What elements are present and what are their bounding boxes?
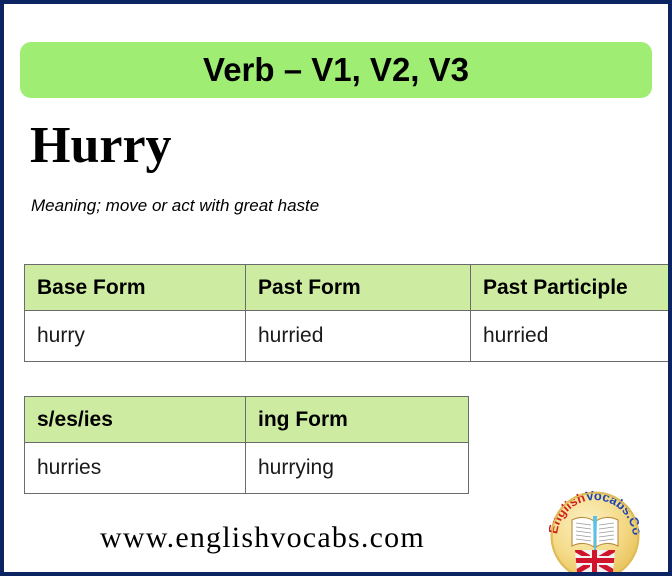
cell-ing-form: hurrying — [245, 442, 469, 494]
cell-base-form: hurry — [24, 310, 246, 362]
infographic-page: Verb – V1, V2, V3 Hurry Meaning; move or… — [0, 0, 672, 576]
cell-past-form: hurried — [245, 310, 471, 362]
page-title: Hurry — [30, 117, 172, 174]
column-header-past-form: Past Form — [245, 264, 471, 311]
column-header-s-es-ies: s/es/ies — [24, 396, 246, 443]
logo-badge-icon: EnglishVocabs.Com — [549, 490, 641, 572]
site-url-text: www.englishvocabs.com — [100, 521, 425, 554]
uk-flag-icon — [575, 550, 615, 572]
header-banner: Verb – V1, V2, V3 — [20, 42, 652, 98]
column-header-ing-form: ing Form — [245, 396, 469, 443]
englishvocabs-logo: EnglishVocabs.Com — [549, 490, 641, 572]
column-header-past-participle: Past Participle — [470, 264, 668, 311]
table-header-row: Base Form Past Form Past Participle — [24, 264, 668, 311]
column-header-base-form: Base Form — [24, 264, 246, 311]
meaning-text: Meaning; move or act with great haste — [31, 196, 320, 215]
table-row: hurry hurried hurried — [24, 310, 668, 362]
page-inner: Verb – V1, V2, V3 Hurry Meaning; move or… — [4, 4, 668, 572]
banner-title: Verb – V1, V2, V3 — [203, 51, 469, 88]
cell-s-es-ies: hurries — [24, 442, 246, 494]
table-header-row: s/es/ies ing Form — [24, 396, 469, 443]
cell-past-participle: hurried — [470, 310, 668, 362]
table-row: hurries hurrying — [24, 442, 469, 494]
verb-inflection-table: s/es/ies ing Form hurries hurrying — [24, 396, 469, 494]
verb-forms-table: Base Form Past Form Past Participle hurr… — [24, 264, 668, 362]
